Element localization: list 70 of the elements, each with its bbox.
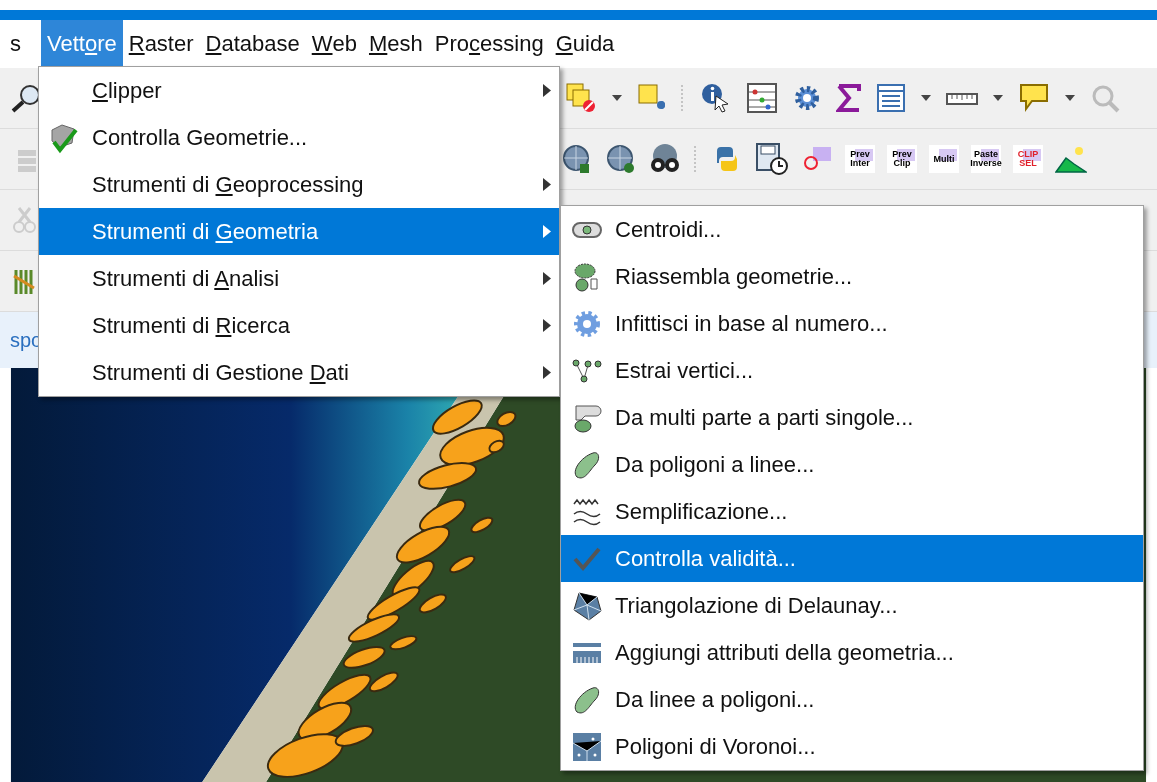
map-polygon[interactable] xyxy=(317,673,372,710)
menu-item[interactable]: Semplificazione... xyxy=(561,488,1143,535)
menu-bar-item[interactable]: Raster xyxy=(122,20,200,68)
map-polygon[interactable] xyxy=(297,701,353,741)
map-polygon[interactable] xyxy=(342,646,386,669)
map-polygon[interactable] xyxy=(418,462,478,490)
menu-item[interactable]: Da linee a poligoni... xyxy=(561,676,1143,723)
sigma-icon[interactable] xyxy=(836,83,862,113)
caret-icon[interactable] xyxy=(992,94,1004,102)
toolbar-button[interactable]: Prev Inter xyxy=(845,145,875,173)
menu-item[interactable]: Strumenti di Gestione Dati xyxy=(39,349,559,396)
caret-icon[interactable] xyxy=(1064,94,1076,102)
magnifier-icon[interactable] xyxy=(10,83,38,113)
ruler-icon[interactable] xyxy=(946,90,978,106)
voronoi-icon xyxy=(571,730,603,763)
map-polygon[interactable] xyxy=(266,733,344,778)
toolbar-button[interactable]: Paste Inverse xyxy=(971,145,1001,173)
menu-item[interactable]: Da multi parte a parti singole... xyxy=(561,394,1143,441)
menu-item[interactable]: Controlla Geometrie... xyxy=(39,114,559,161)
map-polygon[interactable] xyxy=(368,671,399,693)
toolbar-button[interactable]: Prev Clip xyxy=(887,145,917,173)
gear-icon[interactable] xyxy=(792,83,822,113)
stacked-squares-icon[interactable] xyxy=(565,82,597,114)
triangle-mesh-icon xyxy=(571,589,603,622)
caret-icon[interactable] xyxy=(611,94,623,102)
menu-item[interactable]: Riassembla geometrie... xyxy=(561,253,1143,300)
map-polygon[interactable] xyxy=(395,525,451,564)
abacus-icon[interactable] xyxy=(746,82,778,114)
table-icon[interactable] xyxy=(876,83,906,113)
menu-bar-item[interactable]: Vettore xyxy=(41,20,123,68)
map-polygon[interactable] xyxy=(334,724,374,747)
hill-sun-icon[interactable] xyxy=(1055,144,1087,174)
menu-item[interactable]: Centroidi... xyxy=(561,206,1143,253)
map-polygon[interactable] xyxy=(389,635,418,651)
map-polygon[interactable] xyxy=(432,399,483,435)
menu-bar-item[interactable]: Database xyxy=(199,20,306,68)
speech-bubble-icon[interactable] xyxy=(1018,82,1050,114)
map-polygon[interactable] xyxy=(496,410,517,428)
polygon-check-icon xyxy=(48,121,80,154)
map-polygon[interactable] xyxy=(488,439,505,454)
menu-item[interactable]: Strumenti di Geometria xyxy=(39,208,559,255)
menu-item[interactable]: Da poligoni a linee... xyxy=(561,441,1143,488)
menu-bar-item[interactable]: Mesh xyxy=(363,20,429,68)
map-polygon[interactable] xyxy=(449,555,476,574)
toolbar-button[interactable]: Multi xyxy=(929,145,959,173)
menu-item[interactable]: Estrai vertici... xyxy=(561,347,1143,394)
menu-bar-item[interactable]: Guida xyxy=(549,20,621,68)
map-polygon[interactable] xyxy=(419,498,467,532)
save-clock-icon[interactable] xyxy=(755,142,789,176)
menu-item[interactable]: Aggiungi attributi della geometria... xyxy=(561,629,1143,676)
menu-bar-item[interactable]: s xyxy=(10,20,41,68)
menu-item[interactable]: Poligoni di Voronoi... xyxy=(561,723,1143,770)
menu-item[interactable]: Triangolazione di Delaunay... xyxy=(561,582,1143,629)
map-polygon[interactable] xyxy=(347,613,401,643)
globe-icon[interactable] xyxy=(560,143,592,175)
menu-bar-item[interactable]: Processing xyxy=(428,20,550,68)
menu-item[interactable]: Strumenti di Analisi xyxy=(39,255,559,302)
caret-icon[interactable] xyxy=(920,94,932,102)
menu-item[interactable]: Clipper xyxy=(39,67,559,114)
menu-item[interactable]: Strumenti di Geoprocessing xyxy=(39,161,559,208)
map-polygon[interactable] xyxy=(418,593,447,614)
toolbar-button[interactable]: CLIP SEL xyxy=(1013,145,1043,173)
binoculars-icon[interactable] xyxy=(648,143,682,175)
menu-item[interactable]: Infittisci in base al numero... xyxy=(561,300,1143,347)
menu-item[interactable]: Strumenti di Ricerca xyxy=(39,302,559,349)
map-polygon[interactable] xyxy=(366,586,421,621)
menu-item[interactable]: Controlla validità... xyxy=(561,535,1143,582)
globe-icon[interactable] xyxy=(604,143,636,175)
map-polygon[interactable] xyxy=(470,516,494,534)
menu-bar-item[interactable]: Web xyxy=(305,20,363,68)
